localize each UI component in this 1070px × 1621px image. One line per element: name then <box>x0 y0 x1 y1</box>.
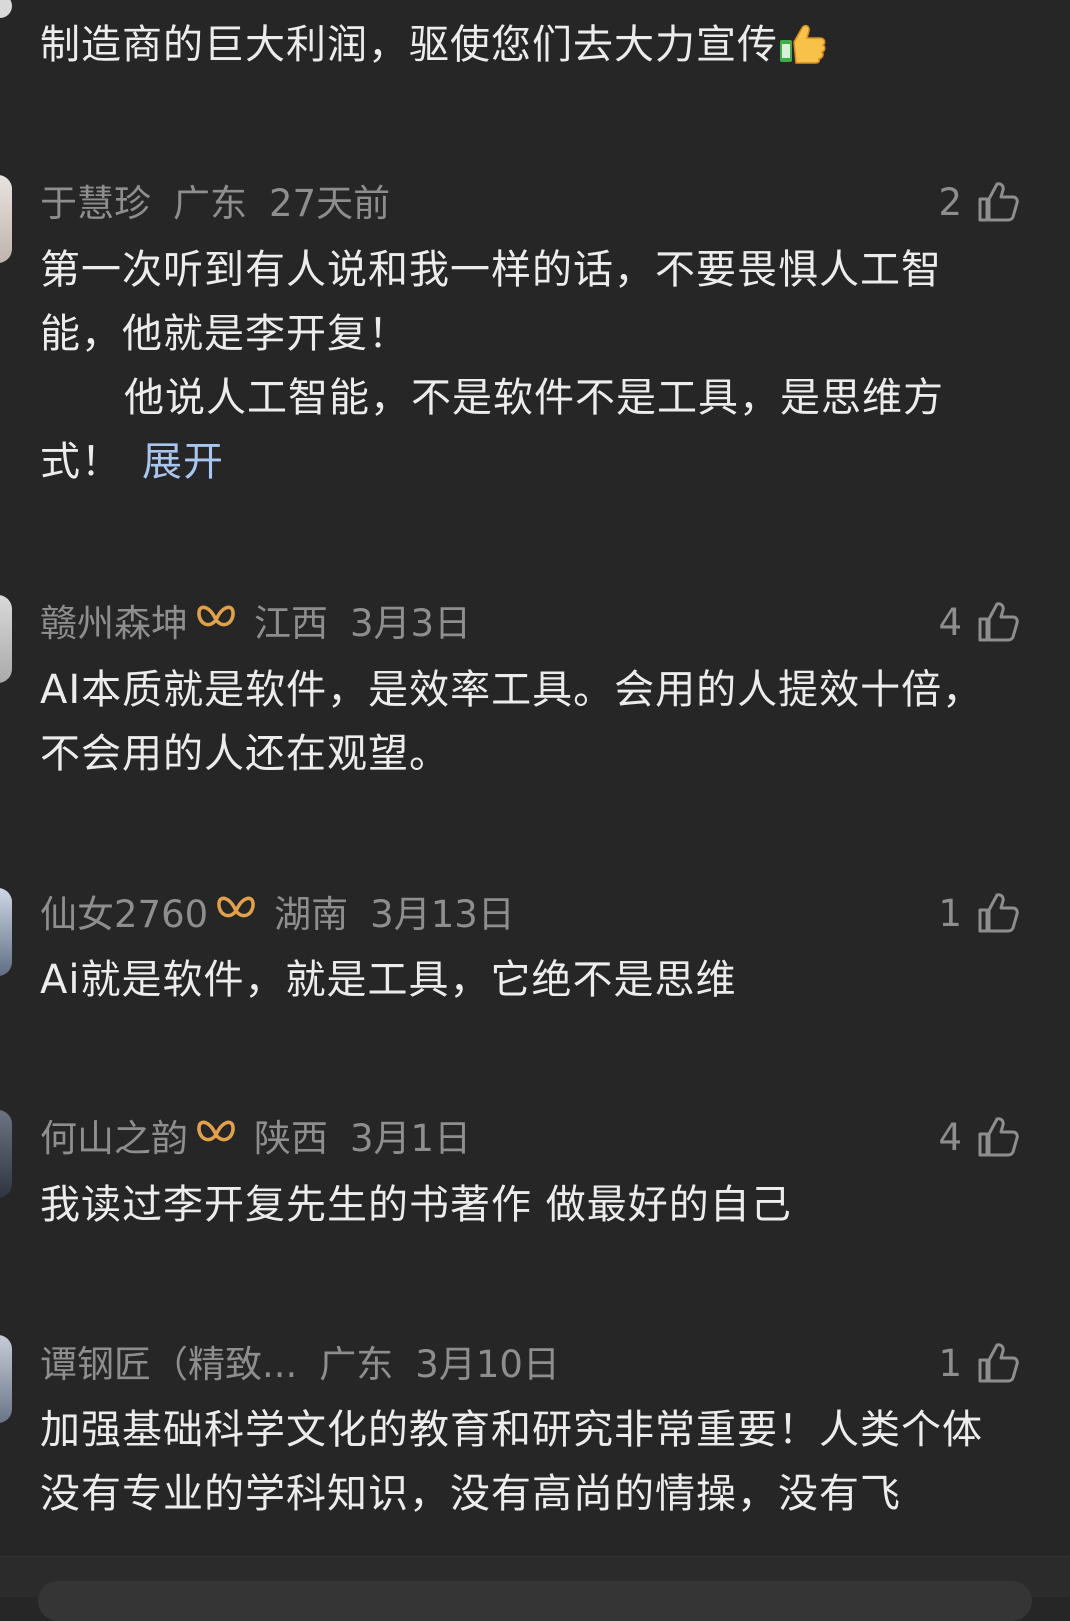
comment-username[interactable]: 谭钢匠（精致... <box>40 1334 297 1388</box>
like-count: 4 <box>938 600 962 644</box>
comment-meta: 赣州森坤 江西 3月3日 <box>40 595 1070 645</box>
comment-text-line: AI本质就是软件，是效率工具。会用的人提效十倍，不会用的人还在观望。 <box>40 667 984 777</box>
comment-input-bar[interactable] <box>0 1556 1070 1621</box>
thumbs-up-emoji <box>780 24 826 64</box>
comment-text-line: 加强基础科学文化的教育和研究非常重要！人类个体没有专业的学科知识，没有高尚的情操… <box>40 1407 983 1517</box>
expand-link[interactable]: 展开 <box>142 439 224 485</box>
comment-meta: 何山之韵 陕西 3月1日 <box>40 1110 1070 1160</box>
comment-text-line: 制造商的巨大利润，驱使您们去大力宣传 <box>40 22 778 68</box>
comment-meta: 于慧珍 广东 27天前 <box>40 175 1070 225</box>
like-button[interactable]: 1 <box>938 1338 1020 1388</box>
fan-badge-icon <box>197 1120 235 1142</box>
fan-badge-icon <box>217 896 255 918</box>
comment-time: 27天前 <box>269 182 391 225</box>
comment-time: 3月1日 <box>350 1117 472 1160</box>
like-count: 1 <box>938 1341 962 1385</box>
like-count: 4 <box>938 1115 962 1159</box>
comment-text-line: 第一次听到有人说和我一样的话，不要畏惧人工智能，他就是李开复！ <box>40 247 942 357</box>
like-button[interactable]: 2 <box>938 177 1020 227</box>
like-count: 1 <box>938 891 962 935</box>
comment-meta: 谭钢匠（精致... 广东 3月10日 <box>40 1336 1070 1386</box>
comment-text-line: Ai就是软件，就是工具，它绝不是思维 <box>40 957 737 1003</box>
thumbs-up-icon <box>978 1343 1019 1383</box>
comment-text: AI本质就是软件，是效率工具。会用的人提效十倍，不会用的人还在观望。 <box>40 658 1015 786</box>
avatar[interactable] <box>0 595 12 683</box>
avatar[interactable] <box>0 888 12 976</box>
comment-text: 加强基础科学文化的教育和研究非常重要！人类个体没有专业的学科知识，没有高尚的情操… <box>40 1398 1015 1526</box>
comment-text: 我读过李开复先生的书著作 做最好的自己 <box>40 1173 1015 1237</box>
comment-time: 3月10日 <box>415 1343 560 1386</box>
avatar[interactable] <box>0 0 12 18</box>
comment-username[interactable]: 何山之韵 <box>40 1108 188 1162</box>
comment-text: 制造商的巨大利润，驱使您们去大力宣传 <box>40 13 1015 77</box>
thumbs-up-icon <box>978 893 1019 933</box>
comment-text-line: 我读过李开复先生的书著作 做最好的自己 <box>40 1182 792 1228</box>
comment-location: 广东 <box>319 1343 394 1386</box>
avatar[interactable] <box>0 1335 12 1423</box>
avatar[interactable] <box>0 1110 12 1198</box>
thumbs-up-icon <box>978 1117 1019 1157</box>
comment-location: 广东 <box>173 182 247 225</box>
like-button[interactable]: 1 <box>938 888 1020 938</box>
comment-location: 江西 <box>254 602 328 645</box>
comment-username[interactable]: 于慧珍 <box>40 173 151 227</box>
comment-username[interactable]: 仙女2760 <box>40 884 208 938</box>
thumbs-up-icon <box>978 182 1019 222</box>
comment-time: 3月3日 <box>350 602 472 645</box>
avatar[interactable] <box>0 175 12 263</box>
comment-username[interactable]: 赣州森坤 <box>40 593 188 647</box>
comment-text: 第一次听到有人说和我一样的话，不要畏惧人工智能，他就是李开复！ 他说人工智能，不… <box>40 238 1015 494</box>
comment-meta: 仙女2760 湖南 3月13日 <box>40 886 1070 936</box>
comment-location: 湖南 <box>274 893 349 936</box>
thumbs-up-icon <box>978 602 1019 642</box>
comment-input[interactable] <box>38 1581 1032 1621</box>
like-button[interactable]: 4 <box>938 1112 1020 1162</box>
comment-text: Ai就是软件，就是工具，它绝不是思维 <box>40 948 1015 1012</box>
fan-badge-icon <box>197 605 235 627</box>
like-count: 2 <box>938 180 962 224</box>
comment-time: 3月13日 <box>370 893 515 936</box>
comment-location: 陕西 <box>254 1117 328 1160</box>
like-button[interactable]: 4 <box>938 597 1020 647</box>
